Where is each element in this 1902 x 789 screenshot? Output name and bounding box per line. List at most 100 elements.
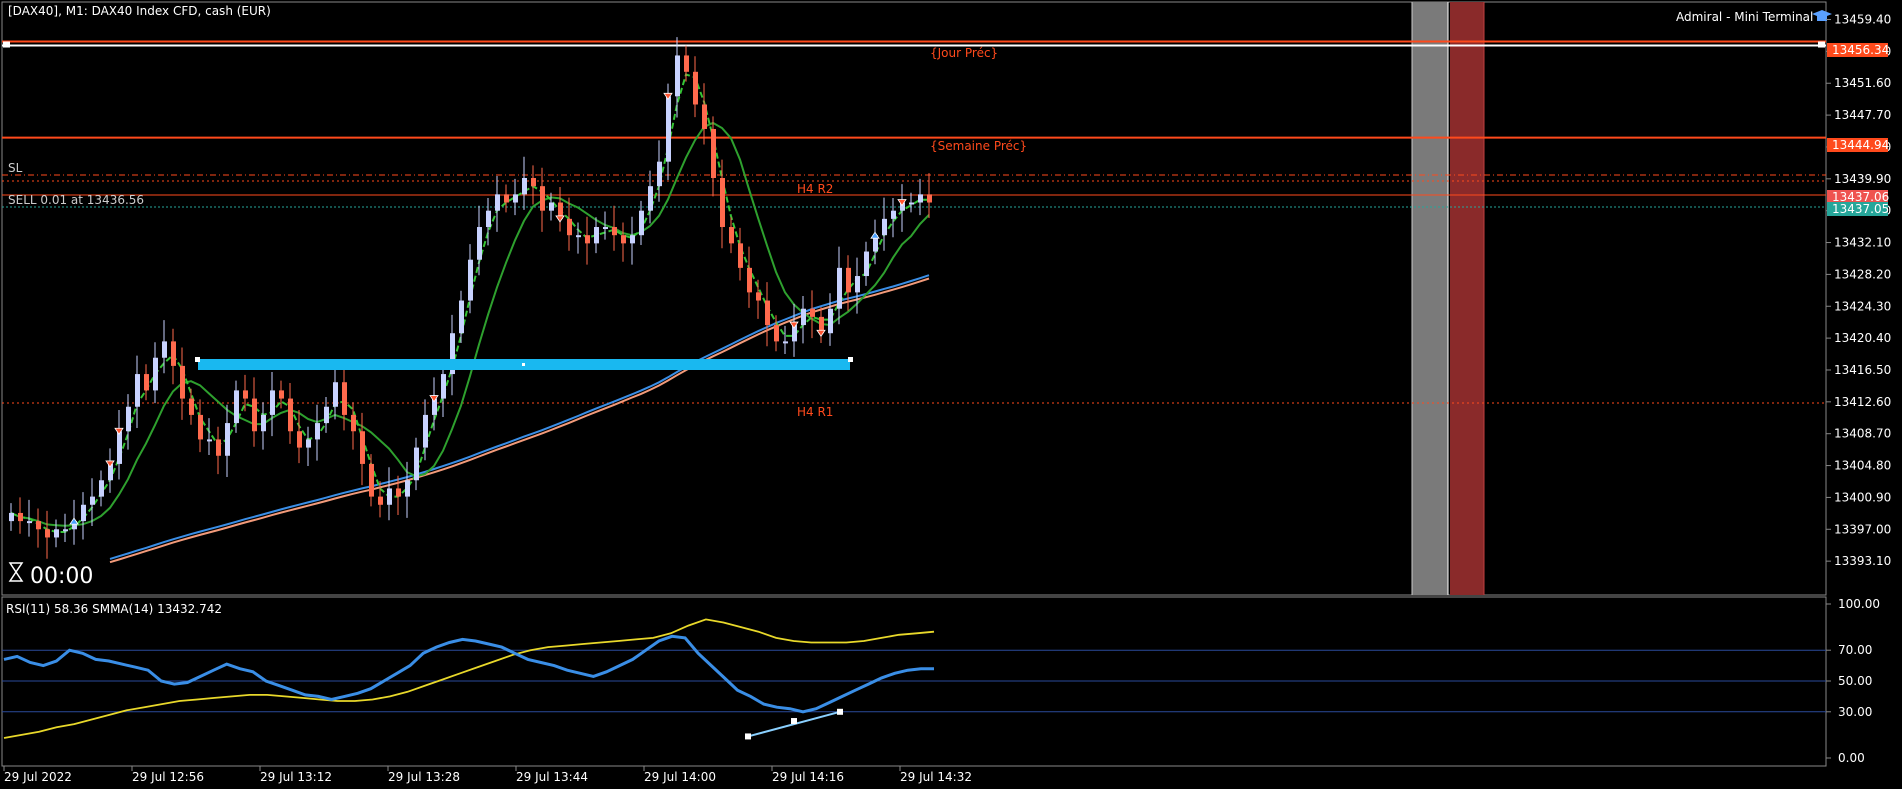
support-zone-handle-left[interactable] — [195, 357, 200, 362]
candle-body — [216, 439, 221, 456]
level-label-jour-prec: {Jour Préc} — [930, 46, 998, 60]
price-tick-label: 13397.00 — [1834, 522, 1891, 536]
support-zone-handle-mid[interactable] — [522, 363, 525, 366]
candle-body — [81, 504, 86, 522]
terminal-title[interactable]: Admiral - Mini Terminal — [1676, 10, 1813, 24]
candle-body — [882, 218, 887, 236]
candle-body — [576, 235, 581, 238]
candle-body — [837, 267, 842, 309]
candle-body — [522, 178, 527, 195]
candle-body — [234, 390, 239, 424]
price-tick-label: 13416.50 — [1834, 363, 1891, 377]
candle-body — [45, 529, 50, 538]
candle-body — [135, 374, 140, 407]
level-handle-left[interactable] — [3, 41, 10, 48]
candle-body — [765, 300, 770, 326]
candle-body — [603, 227, 608, 230]
candle-body — [9, 512, 14, 522]
candle-body — [666, 96, 671, 162]
price-tag-label: 13444.94 — [1832, 138, 1889, 152]
chart-title: [DAX40], M1: DAX40 Index CFD, cash (EUR) — [8, 4, 271, 18]
candle-body — [468, 259, 473, 301]
price-tick-label: 13420.40 — [1834, 331, 1891, 345]
level-label-semaine-prec: {Semaine Préc} — [930, 139, 1027, 153]
price-tick-label: 13439.90 — [1834, 172, 1891, 186]
candle-body — [504, 194, 509, 203]
candle-body — [693, 71, 698, 105]
candle-body — [387, 488, 392, 505]
candle-body — [297, 431, 302, 448]
price-tick-label: 13459.40 — [1834, 13, 1891, 27]
time-tick-label: 29 Jul 14:32 — [900, 770, 972, 784]
price-pane[interactable] — [1, 1, 1827, 596]
candle-body — [648, 186, 653, 211]
candle-body — [441, 374, 446, 399]
candle-body — [864, 251, 869, 277]
candle-body — [747, 267, 752, 293]
candle-body — [630, 235, 635, 244]
candle-body — [117, 431, 122, 464]
price-tick-label: 13400.90 — [1834, 490, 1891, 504]
level-handle-right[interactable] — [1818, 41, 1825, 48]
candle-body — [405, 480, 410, 497]
candle-body — [27, 521, 32, 524]
candle-body — [909, 202, 914, 205]
candle-body — [279, 390, 284, 399]
rsi-tick-label: 100.00 — [1838, 597, 1880, 611]
rsi-tick-label: 50.00 — [1838, 674, 1872, 688]
candle-body — [855, 276, 860, 293]
candle-body — [189, 398, 194, 415]
session-zone-grey — [1412, 2, 1448, 595]
candle-body — [774, 325, 779, 342]
rsi-trendline-handle[interactable] — [791, 718, 797, 725]
candle-body — [360, 431, 365, 464]
candle-body — [198, 414, 203, 440]
time-tick-label: 29 Jul 14:00 — [644, 770, 716, 784]
candle-body — [720, 178, 725, 228]
time-tick-label: 29 Jul 13:44 — [516, 770, 588, 784]
time-tick-label: 29 Jul 12:56 — [132, 770, 204, 784]
candle-body — [324, 406, 329, 424]
candle-body — [369, 463, 374, 497]
support-zone-handle-right[interactable] — [848, 357, 853, 362]
price-tick-label: 13447.70 — [1834, 108, 1891, 122]
candle-body — [513, 194, 518, 203]
candle-body — [63, 529, 68, 532]
candle-body — [180, 365, 185, 399]
candle-body — [396, 488, 401, 497]
candle-body — [927, 194, 932, 203]
candle-body — [261, 414, 266, 432]
level-label-h4-r1: H4 R1 — [797, 405, 833, 419]
candle-body — [486, 210, 491, 228]
time-tick-label: 29 Jul 14:16 — [772, 770, 844, 784]
candle-body — [891, 210, 896, 219]
price-tick-label: 13393.10 — [1834, 554, 1891, 568]
bar-timer: 00:00 — [30, 564, 93, 589]
price-tick-label: 13428.20 — [1834, 267, 1891, 281]
candle-body — [846, 267, 851, 293]
candle-body — [333, 382, 338, 407]
candle-body — [540, 186, 545, 211]
candle-body — [810, 308, 815, 317]
chart-canvas[interactable]: {Jour Préc} {Semaine Préc} H4 R2 H4 R1 [DAX… — [0, 0, 1902, 789]
candle-body — [729, 227, 734, 244]
candle-body — [459, 300, 464, 334]
candle-body — [342, 382, 347, 415]
price-tick-label: 13412.60 — [1834, 395, 1891, 409]
candle-body — [243, 390, 248, 399]
candle-body — [18, 512, 23, 522]
candle-body — [54, 529, 59, 538]
price-tick-label: 13404.80 — [1834, 459, 1891, 473]
candle-body — [144, 374, 149, 391]
rsi-tick-label: 0.00 — [1838, 751, 1865, 765]
price-tag-label: 13456.34 — [1832, 43, 1889, 57]
price-tick-label: 13424.30 — [1834, 299, 1891, 313]
candle-body — [657, 161, 662, 187]
rsi-trendline-handle[interactable] — [745, 733, 751, 740]
rsi-trendline-handle[interactable] — [837, 708, 843, 715]
candle-body — [639, 210, 644, 236]
time-tick-label: 29 Jul 13:12 — [260, 770, 332, 784]
candle-body — [567, 218, 572, 236]
candle-body — [414, 447, 419, 481]
price-tick-label: 13432.10 — [1834, 236, 1891, 250]
